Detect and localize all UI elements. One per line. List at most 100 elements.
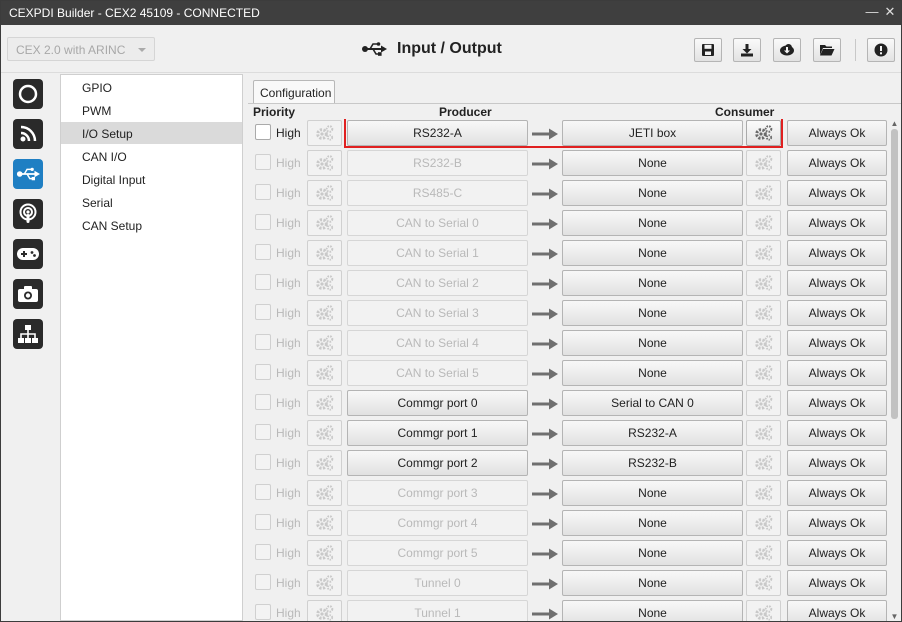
- scroll-down-icon[interactable]: ▼: [890, 613, 899, 621]
- producer-select: CAN to Serial 1: [347, 240, 528, 266]
- status-select[interactable]: Always Ok: [787, 360, 887, 386]
- menu-item-gpio[interactable]: GPIO: [61, 76, 242, 98]
- cloud-download-button[interactable]: [773, 38, 801, 62]
- producer-settings-button: [307, 300, 342, 326]
- consumer-select[interactable]: None: [562, 510, 743, 536]
- priority-label: High: [276, 216, 301, 230]
- producer-select[interactable]: Commgr port 2: [347, 450, 528, 476]
- status-select[interactable]: Always Ok: [787, 270, 887, 296]
- download-button[interactable]: [733, 38, 761, 62]
- consumer-select[interactable]: Serial to CAN 0: [562, 390, 743, 416]
- menu-item-can-io[interactable]: CAN I/O: [61, 145, 242, 167]
- gear-icon: [315, 545, 333, 561]
- gear-icon: [754, 395, 772, 411]
- status-select[interactable]: Always Ok: [787, 330, 887, 356]
- consumer-select[interactable]: None: [562, 480, 743, 506]
- route-arrow: [532, 578, 558, 590]
- gear-icon: [754, 185, 772, 201]
- consumer-select[interactable]: None: [562, 600, 743, 621]
- priority-checkbox: [255, 544, 271, 560]
- vertical-scrollbar[interactable]: ▲ ▼: [888, 119, 901, 621]
- priority-checkbox: [255, 274, 271, 290]
- priority-checkbox: [255, 394, 271, 410]
- producer-select[interactable]: Commgr port 1: [347, 420, 528, 446]
- cloud-download-icon: [780, 44, 794, 56]
- producer-select: Commgr port 3: [347, 480, 528, 506]
- gamepad-icon[interactable]: [13, 239, 43, 269]
- open-folder-button[interactable]: [813, 38, 841, 62]
- priority-checkbox: [255, 184, 271, 200]
- menu-item-serial[interactable]: Serial: [61, 191, 242, 213]
- rss-icon[interactable]: [13, 119, 43, 149]
- status-select[interactable]: Always Ok: [787, 540, 887, 566]
- save-button[interactable]: [694, 38, 722, 62]
- priority-label: High: [276, 336, 301, 350]
- gear-icon: [315, 185, 333, 201]
- menu-item-digital-input[interactable]: Digital Input: [61, 168, 242, 190]
- arrow-right-icon: [532, 548, 558, 560]
- consumer-select[interactable]: None: [562, 300, 743, 326]
- consumer-select[interactable]: None: [562, 150, 743, 176]
- close-icon[interactable]: ✕: [883, 4, 897, 20]
- menu-item-io-setup[interactable]: I/O Setup: [61, 122, 242, 144]
- consumer-select[interactable]: None: [562, 360, 743, 386]
- route-arrow: [532, 518, 558, 530]
- priority-checkbox: [255, 424, 271, 440]
- priority-checkbox[interactable]: [255, 124, 271, 140]
- priority-label: High: [276, 366, 301, 380]
- status-select[interactable]: Always Ok: [787, 450, 887, 476]
- usb-icon[interactable]: [13, 159, 43, 189]
- consumer-select[interactable]: None: [562, 330, 743, 356]
- consumer-select[interactable]: RS232-A: [562, 420, 743, 446]
- camera-icon[interactable]: [13, 279, 43, 309]
- producer-select: Commgr port 4: [347, 510, 528, 536]
- status-select[interactable]: Always Ok: [787, 210, 887, 236]
- status-select[interactable]: Always Ok: [787, 180, 887, 206]
- status-select[interactable]: Always Ok: [787, 150, 887, 176]
- consumer-select[interactable]: None: [562, 270, 743, 296]
- status-select[interactable]: Always Ok: [787, 390, 887, 416]
- status-select[interactable]: Always Ok: [787, 420, 887, 446]
- consumer-select[interactable]: None: [562, 540, 743, 566]
- consumer-select[interactable]: None: [562, 180, 743, 206]
- arrow-right-icon: [532, 218, 558, 230]
- section-menu: GPIO PWM I/O Setup CAN I/O Digital Input…: [60, 74, 243, 621]
- table-row: High Commgr port 1 RS232-A Always Ok: [248, 419, 888, 449]
- tab-configuration[interactable]: Configuration: [253, 80, 335, 104]
- consumer-settings-button[interactable]: [746, 120, 781, 146]
- consumer-select[interactable]: None: [562, 210, 743, 236]
- producer-select[interactable]: RS232-A: [347, 120, 528, 146]
- info-button[interactable]: [867, 38, 895, 62]
- power-circle-icon[interactable]: [13, 79, 43, 109]
- save-icon: [702, 44, 714, 56]
- table-row: High Commgr port 2 RS232-B Always Ok: [248, 449, 888, 479]
- sitemap-icon[interactable]: [13, 319, 43, 349]
- status-select[interactable]: Always Ok: [787, 600, 887, 621]
- producer-select[interactable]: Commgr port 0: [347, 390, 528, 416]
- producer-settings-button: [307, 270, 342, 296]
- menu-item-pwm[interactable]: PWM: [61, 99, 242, 121]
- table-row: High Commgr port 0 Serial to CAN 0 Always O…: [248, 389, 888, 419]
- scrollbar-thumb[interactable]: [891, 129, 898, 419]
- minimize-icon[interactable]: —: [865, 4, 879, 20]
- consumer-settings-button: [746, 240, 781, 266]
- menu-item-can-setup[interactable]: CAN Setup: [61, 214, 242, 236]
- route-arrow: [532, 428, 558, 440]
- consumer-select[interactable]: JETI box: [562, 120, 743, 146]
- scroll-up-icon[interactable]: ▲: [890, 120, 899, 128]
- consumer-select[interactable]: RS232-B: [562, 450, 743, 476]
- app-window: CEXPDI Builder - CEX2 45109 - CONNECTED …: [0, 0, 902, 622]
- io-routing-list: High RS232-A JETI box Always Ok High RS232-B N…: [248, 119, 888, 621]
- consumer-select[interactable]: None: [562, 240, 743, 266]
- status-select[interactable]: Always Ok: [787, 510, 887, 536]
- io-setup-panel: Configuration Priority Producer Consumer…: [248, 77, 901, 621]
- priority-checkbox: [255, 304, 271, 320]
- device-select[interactable]: CEX 2.0 with ARINC: [7, 37, 155, 61]
- status-select[interactable]: Always Ok: [787, 120, 887, 146]
- status-select[interactable]: Always Ok: [787, 240, 887, 266]
- status-select[interactable]: Always Ok: [787, 300, 887, 326]
- status-select[interactable]: Always Ok: [787, 570, 887, 596]
- podcast-icon[interactable]: [13, 199, 43, 229]
- status-select[interactable]: Always Ok: [787, 480, 887, 506]
- consumer-select[interactable]: None: [562, 570, 743, 596]
